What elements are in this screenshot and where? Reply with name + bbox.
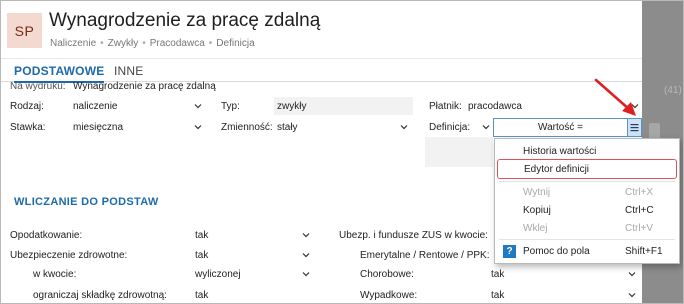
menu-divider (499, 239, 675, 240)
w-kwocie-value: wyliczonej (195, 268, 241, 280)
tab-bar: PODSTAWOWE INNE (1, 60, 642, 83)
ogranicz-label: ograniczaj składkę zdrowotną: (33, 290, 167, 301)
menu-item-wytnij[interactable]: Wytnij Ctrl+X (495, 182, 679, 202)
breadcrumb-item[interactable]: Definicja (216, 38, 254, 49)
menu-item-label: Edytor definicji (524, 163, 590, 175)
ogranicz-field[interactable]: tak (192, 286, 315, 303)
opodatkowanie-select[interactable]: tak (192, 226, 315, 244)
menu-item-shortcut: Shift+F1 (625, 245, 663, 257)
tab-podstawowe[interactable]: PODSTAWOWE (14, 64, 105, 83)
menu-item-label: Wytnij (523, 186, 551, 198)
menu-item-shortcut: Ctrl+C (625, 204, 654, 216)
menu-item-label: Pomoc do pola (523, 245, 590, 257)
help-icon: ? (503, 245, 516, 258)
stawka-value: miesięczna (73, 121, 124, 133)
emerytalne-label: Emerytalne / Rentowe / PPK: (360, 250, 490, 261)
definicja-panel (425, 137, 493, 167)
stawka-label: Stawka: (10, 122, 46, 133)
menu-item-shortcut: Ctrl+V (625, 222, 654, 234)
chevron-down-icon (194, 123, 202, 131)
typ-field: zwykły (274, 97, 413, 115)
page-title: Wynagrodzenie za pracę zdalną (49, 10, 321, 31)
definicja-label: Definicja: (429, 122, 471, 133)
platnik-value: pracodawca (468, 100, 522, 112)
na-wydruku-field[interactable]: Wynagrodzenie za pracę zdalną (73, 81, 216, 92)
menu-item-shortcut: Ctrl+X (625, 186, 654, 198)
app-window: (41) SP Wynagrodzenie za pracę zdalną Na… (0, 0, 684, 304)
menu-item-label: Kopiuj (523, 204, 551, 216)
opodatkowanie-label: Opodatkowanie: (10, 230, 83, 241)
opodatkowanie-value: tak (195, 229, 209, 241)
menu-item-kopiuj[interactable]: Kopiuj Ctrl+C (495, 200, 679, 220)
wartosc-value: Wartość = (538, 122, 583, 133)
breadcrumb-separator: • (100, 38, 104, 49)
zmiennosc-value: stały (277, 121, 298, 133)
background-text: (41) (664, 85, 682, 96)
wypadkowe-select[interactable]: tak (488, 286, 640, 303)
chevron-down-icon (302, 251, 310, 259)
w-kwocie-select[interactable]: wyliczonej (192, 265, 315, 283)
chevron-down-icon (302, 270, 310, 278)
breadcrumb-item[interactable]: Naliczenie (50, 38, 96, 49)
rodzaj-label: Rodzaj: (10, 101, 44, 112)
chorobowe-label: Chorobowe: (360, 269, 414, 280)
chevron-down-icon (400, 123, 408, 131)
menu-item-historia[interactable]: Historia wartości (495, 141, 679, 161)
breadcrumb-item[interactable]: Zwykły (108, 38, 139, 49)
typ-label: Typ: (221, 101, 240, 112)
menu-item-pomoc[interactable]: ? Pomoc do pola Shift+F1 (495, 241, 679, 261)
hamburger-icon (630, 124, 639, 132)
menu-item-label: Wklej (523, 222, 548, 234)
ubezp-zdrowotne-value: tak (195, 249, 209, 261)
tab-inne[interactable]: INNE (114, 64, 143, 78)
breadcrumb: Naliczenie • Zwykły • Pracodawca • Defin… (50, 38, 255, 49)
chevron-down-icon (628, 291, 636, 299)
section-title: WLICZANIE DO PODSTAW (14, 196, 159, 208)
breadcrumb-separator: • (208, 38, 213, 49)
avatar: SP (7, 13, 42, 48)
rodzaj-select[interactable]: naliczenie (70, 97, 205, 115)
chevron-down-icon[interactable] (482, 123, 490, 131)
annotation-arrow-icon (594, 78, 636, 116)
menu-item-edytor-definicji[interactable]: Edytor definicji (497, 159, 677, 179)
chevron-down-icon (302, 231, 310, 239)
ubezp-zdrowotne-label: Ubezpieczenie zdrowotne: (10, 250, 128, 261)
na-wydruku-label: Na wydruku: (10, 81, 66, 92)
w-kwocie-label: w kwocie: (33, 269, 77, 280)
chorobowe-select[interactable]: tak (488, 265, 640, 283)
typ-value: zwykły (277, 100, 307, 112)
stawka-select[interactable]: miesięczna (70, 118, 205, 136)
platnik-label: Płatnik: (429, 101, 462, 112)
breadcrumb-item[interactable]: Pracodawca (150, 38, 205, 49)
chevron-down-icon (194, 102, 202, 110)
breadcrumb-separator: • (142, 38, 146, 49)
wypadkowe-value: tak (491, 289, 505, 301)
wypadkowe-label: Wypadkowe: (360, 290, 418, 301)
field-menu-button[interactable] (627, 118, 642, 137)
rodzaj-value: naliczenie (73, 100, 118, 112)
ubezp-zus-label: Ubezp. i fundusze ZUS w kwocie: (339, 230, 488, 241)
chorobowe-value: tak (491, 268, 505, 280)
context-menu: Historia wartości Edytor definicji Wytni… (494, 138, 680, 264)
chevron-down-icon (628, 270, 636, 278)
ogranicz-value: tak (195, 289, 209, 301)
wartosc-field[interactable]: Wartość = (493, 118, 628, 137)
ubezp-zdrowotne-select[interactable]: tak (192, 246, 315, 264)
menu-item-label: Historia wartości (523, 145, 597, 157)
page-header: SP Wynagrodzenie za pracę zdalną Nalicze… (1, 1, 642, 59)
zmiennosc-label: Zmienność: (221, 122, 273, 133)
zmiennosc-select[interactable]: stały (274, 118, 413, 136)
menu-item-wklej[interactable]: Wklej Ctrl+V (495, 218, 679, 238)
